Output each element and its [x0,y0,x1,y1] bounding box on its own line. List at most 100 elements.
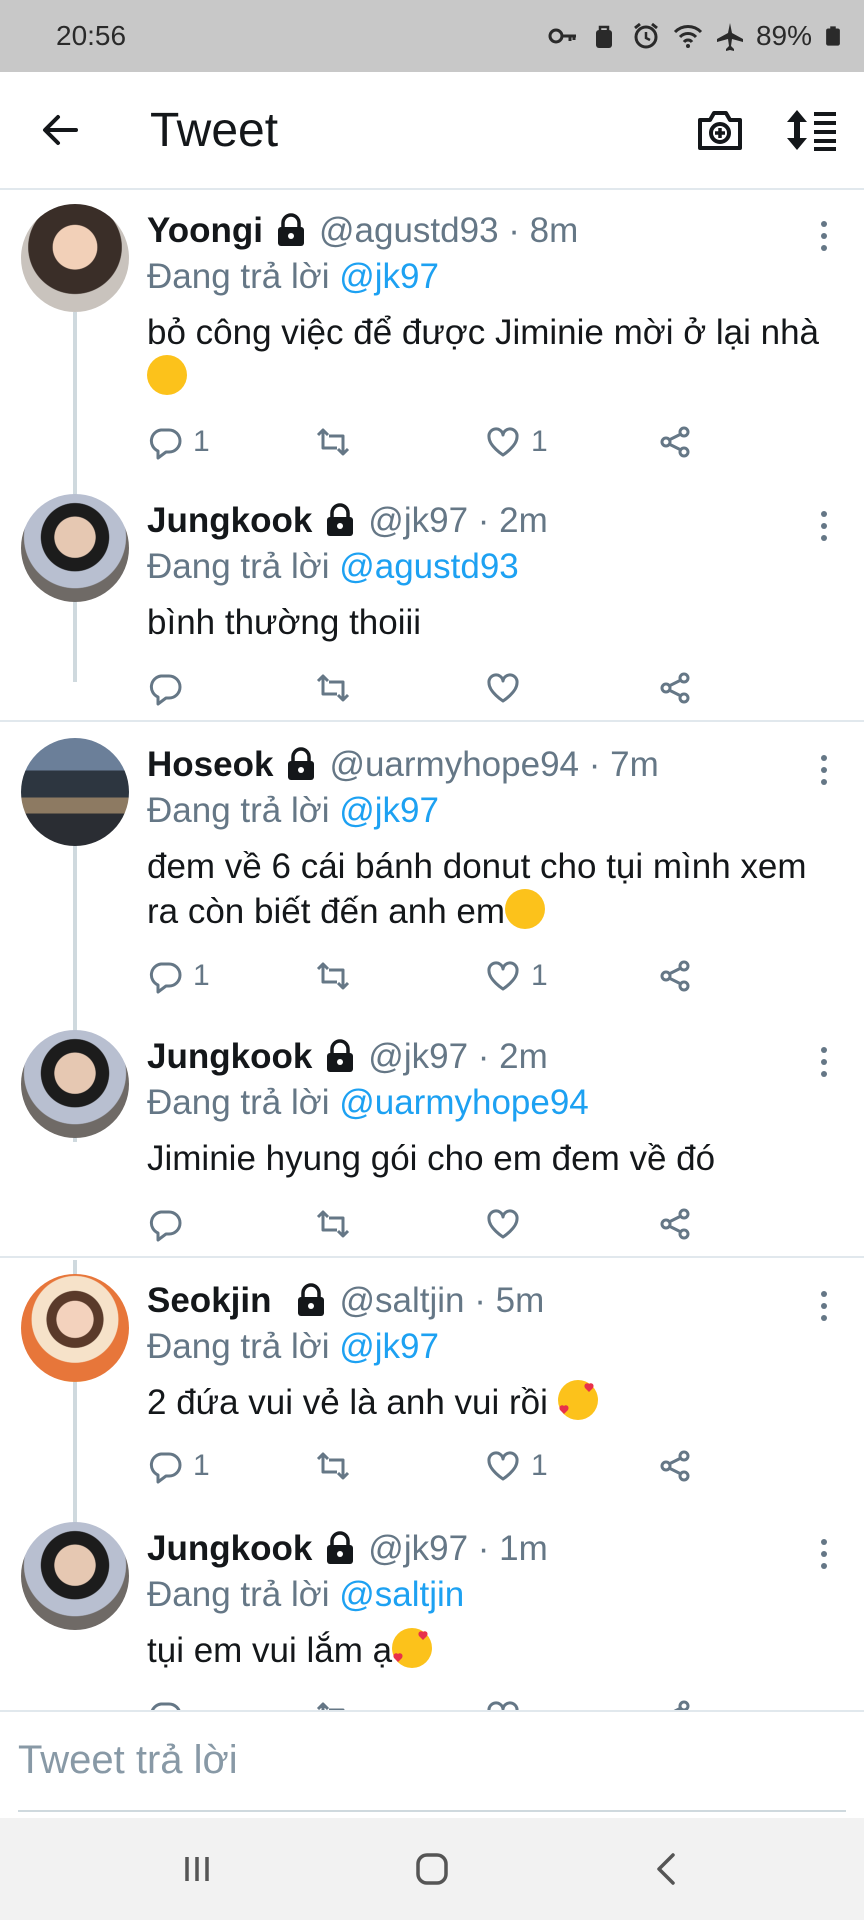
retweet-button[interactable] [315,670,361,706]
reply-mention[interactable]: @jk97 [339,257,439,296]
airplane-icon [716,23,743,51]
more-options-button[interactable] [812,216,836,256]
reply-button[interactable]: 1 [147,1448,210,1484]
reply-icon [149,1452,182,1484]
more-options-button[interactable] [812,1042,836,1082]
author-handle-time[interactable]: @uarmyhope94 · 7m [329,745,658,785]
share-button[interactable] [657,424,693,460]
tweet-text-content: đem về 6 cái bánh donut cho tụi mình xem… [147,847,807,931]
reply-thread[interactable]: Yoongi @agustd93 · 8m Đang trả lời @jk97… [0,190,864,1710]
nav-back-button[interactable] [627,1829,707,1909]
retweet-button[interactable] [315,958,361,994]
retweet-button[interactable] [315,1698,361,1710]
author-name[interactable]: Seokjin [147,1281,271,1321]
key-icon [548,28,576,44]
reply-underline [18,1810,846,1812]
recent-apps-icon [185,1857,210,1881]
reply-mention[interactable]: @agustd93 [339,547,519,586]
like-button[interactable] [485,670,531,706]
avatar[interactable] [21,204,129,312]
author-name[interactable]: Hoseok [147,745,273,785]
reply-input[interactable] [18,1730,846,1790]
retweet-button[interactable] [315,1448,361,1484]
bag-icon [595,25,612,48]
more-options-button[interactable] [812,506,836,546]
reply-button[interactable] [147,1698,193,1710]
avatar[interactable] [21,494,129,602]
author-handle-time[interactable]: @jk97 · 2m [368,501,547,541]
share-icon [660,1450,690,1482]
author-name[interactable]: Jungkook [147,1037,312,1077]
share-button[interactable] [657,1698,693,1710]
more-options-button[interactable] [812,750,836,790]
author-name[interactable]: Yoongi [147,211,263,251]
tweet-text: bỏ công việc để được Jiminie mời ở lại n… [147,310,824,400]
share-icon [660,672,690,704]
reply-button[interactable]: 1 [147,424,210,460]
reply-count: 1 [193,1449,210,1482]
tweet-actions: 1 1 [147,1444,707,1488]
like-button[interactable] [485,1206,531,1242]
camera-button[interactable] [696,108,744,152]
recent-apps-button[interactable] [157,1829,237,1909]
retweet-button[interactable] [315,1206,361,1242]
share-icon [660,960,690,992]
lock-icon [283,747,319,783]
reply-prefix: Đang trả lời [147,1327,330,1366]
reply-mention[interactable]: @jk97 [339,1327,439,1366]
author-handle-time[interactable]: @agustd93 · 8m [319,211,578,251]
back-button[interactable] [0,71,120,189]
more-options-button[interactable] [812,1534,836,1574]
battery-percent: 89% [755,20,812,51]
share-button[interactable] [657,1206,693,1242]
reply-prefix: Đang trả lời [147,547,330,586]
author-handle-time[interactable]: @jk97 · 1m [368,1529,547,1569]
reply-mention[interactable]: @uarmyhope94 [339,1083,589,1122]
retweet-button[interactable] [315,424,361,460]
replying-to: Đang trả lời @jk97 [147,788,824,834]
reply-prefix: Đang trả lời [147,1575,330,1614]
retweet-icon [316,1702,345,1710]
share-button[interactable] [657,958,693,994]
lock-icon [322,1039,358,1075]
status-bar: 20:56 89% [0,0,864,72]
like-button[interactable]: 1 [485,424,548,460]
reply-button[interactable] [147,670,193,706]
tweet-header: Hoseok @uarmyhope94 · 7m [147,742,824,788]
reply-mention[interactable]: @jk97 [339,791,439,830]
tweet-text: đem về 6 cái bánh donut cho tụi mình xem… [147,844,824,934]
reply-composer [0,1710,864,1818]
sort-button[interactable] [784,108,838,152]
reply-button[interactable] [147,1206,193,1242]
like-button[interactable] [485,1698,531,1710]
share-button[interactable] [657,1448,693,1484]
reply-mention[interactable]: @saltjin [339,1575,464,1614]
avatar[interactable] [21,1274,129,1382]
heart-icon [487,427,519,457]
home-button[interactable] [392,1829,472,1909]
like-button[interactable]: 1 [485,958,548,994]
replying-to: Đang trả lời @jk97 [147,254,824,300]
share-icon [660,1208,690,1240]
tweet-text-content: bình thường thoiii [147,603,422,642]
retweet-icon [316,1452,350,1480]
share-button[interactable] [657,670,693,706]
home-icon [416,1853,448,1885]
author-handle-time[interactable]: @jk97 · 2m [368,1037,547,1077]
reply-prefix: Đang trả lời [147,257,330,296]
reply-button[interactable]: 1 [147,958,210,994]
status-time: 20:56 [56,20,127,51]
author-name[interactable]: Jungkook [147,1529,312,1569]
wifi-icon [673,25,703,48]
like-button[interactable]: 1 [485,1448,548,1484]
more-options-button[interactable] [812,1286,836,1326]
avatar[interactable] [21,738,129,846]
avatar[interactable] [21,1030,129,1138]
reply-count: 1 [193,425,210,458]
author-handle-time[interactable]: @saltjin · 5m [339,1281,544,1321]
retweet-icon [316,674,350,702]
tweet-text: 2 đứa vui vẻ là anh vui rồi [147,1380,824,1425]
author-name[interactable]: Jungkook [147,501,312,541]
tweet-text-content: bỏ công việc để được Jiminie mời ở lại n… [147,313,820,352]
avatar[interactable] [21,1522,129,1630]
